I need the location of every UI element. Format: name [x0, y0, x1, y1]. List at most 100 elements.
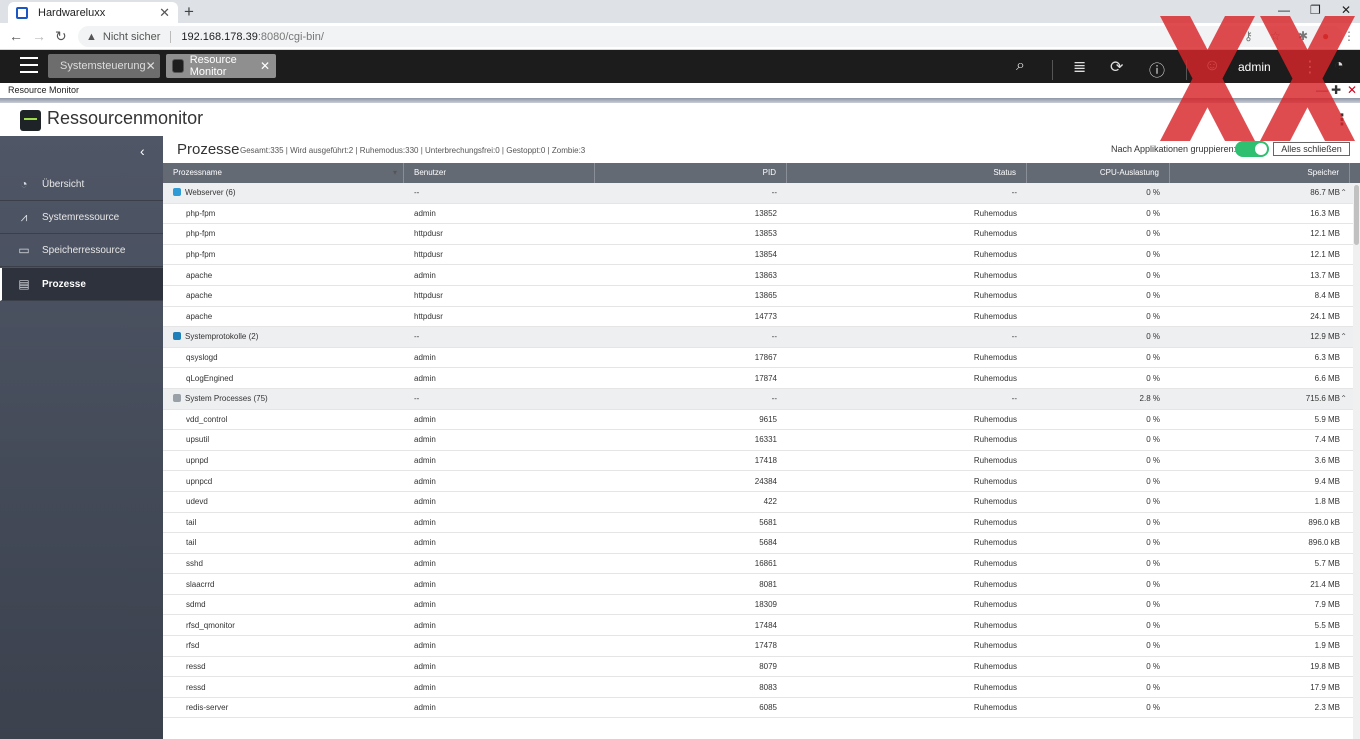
table-row[interactable]: apache httpdusr 13865 Ruhemodus 0 % 8.4 MB	[163, 286, 1360, 307]
table-row[interactable]: qsyslogd admin 17867 Ruhemodus 0 % 6.3 MB	[163, 348, 1360, 369]
sidebar-item-overview[interactable]: ◔ Übersicht	[0, 168, 163, 201]
back-icon[interactable]: ←	[9, 28, 23, 44]
cell-cpu: 0 %	[1146, 497, 1160, 507]
app-tab-resource-monitor[interactable]: Resource Monitor ✕	[166, 54, 276, 78]
table-row[interactable]: vdd_control admin 9615 Ruhemodus 0 % 5.9 MB	[163, 410, 1360, 431]
table-row[interactable]: slaacrrd admin 8081 Ruhemodus 0 % 21.4 MB	[163, 574, 1360, 595]
column-process-name[interactable]: Prozessname ▾	[163, 163, 404, 183]
minimize-window-icon[interactable]: —	[1278, 3, 1290, 17]
table-row[interactable]: tail admin 5684 Ruhemodus 0 % 896.0 kB	[163, 533, 1360, 554]
cell-memory: 5.5 MB	[1314, 620, 1340, 630]
cell-pid: 16861	[754, 558, 777, 568]
processes-panel: Prozesse Gesamt:335 | Wird ausgeführt:2 …	[163, 136, 1360, 739]
user-avatar-icon[interactable]: ☺	[1204, 57, 1220, 75]
app-more-icon[interactable]: ⋮	[1334, 110, 1350, 130]
url-field[interactable]: ▲ Nicht sicher 192.168.178.39 :8080/cgi-…	[78, 26, 1355, 47]
table-row[interactable]: php-fpm httpdusr 13854 Ruhemodus 0 % 12.1 MB	[163, 245, 1360, 266]
group-row[interactable]: Webserver (6) -- -- -- 0 % 86.7 MB ⌃	[163, 183, 1360, 204]
table-row[interactable]: rfsd admin 17478 Ruhemodus 0 % 1.9 MB	[163, 636, 1360, 657]
collapse-group-icon[interactable]: ⌃	[1340, 188, 1347, 197]
table-row[interactable]: qLogEngined admin 17874 Ruhemodus 0 % 6.6 MB	[163, 368, 1360, 389]
cell-memory: 2.3 MB	[1314, 703, 1340, 713]
table-row[interactable]: ressd admin 8079 Ruhemodus 0 % 19.8 MB	[163, 657, 1360, 678]
cell-cpu: 0 %	[1146, 538, 1160, 548]
info-icon[interactable]: ⓘ	[1149, 57, 1165, 81]
browser-tab[interactable]: Hardwareluxx ✕	[8, 2, 178, 23]
cell-user: admin	[414, 661, 436, 671]
cell-user: admin	[414, 208, 436, 218]
table-row[interactable]: apache admin 13863 Ruhemodus 0 % 13.7 MB	[163, 265, 1360, 286]
sync-icon[interactable]: ⟳	[1110, 57, 1123, 77]
app-tab-systemsteuerung[interactable]: Systemsteuerung ✕	[48, 54, 160, 78]
profile-icon[interactable]: ●	[1322, 29, 1329, 43]
table-row[interactable]: php-fpm httpdusr 13853 Ruhemodus 0 % 12.1 MB	[163, 224, 1360, 245]
close-tab-icon[interactable]: ✕	[159, 5, 170, 21]
column-memory[interactable]: Speicher	[1170, 163, 1350, 183]
table-row[interactable]: apache httpdusr 14773 Ruhemodus 0 % 24.1 MB	[163, 307, 1360, 328]
table-row[interactable]: ressd admin 8083 Ruhemodus 0 % 17.9 MB	[163, 677, 1360, 698]
column-pid[interactable]: PID	[595, 163, 787, 183]
scrollbar[interactable]	[1353, 183, 1360, 739]
table-row[interactable]: php-fpm admin 13852 Ruhemodus 0 % 16.3 MB	[163, 204, 1360, 225]
table-row[interactable]: upsutil admin 16331 Ruhemodus 0 % 7.4 MB	[163, 430, 1360, 451]
table-row[interactable]: sdmd admin 18309 Ruhemodus 0 % 7.9 MB	[163, 595, 1360, 616]
collapse-group-icon[interactable]: ⌃	[1340, 332, 1347, 341]
forward-icon[interactable]: →	[32, 28, 46, 44]
new-tab-button[interactable]: +	[184, 2, 194, 22]
sidebar-item-label: Prozesse	[42, 278, 86, 290]
dashboard-gauge-icon[interactable]: ◔	[1334, 57, 1344, 75]
column-cpu[interactable]: CPU-Auslastung	[1027, 163, 1170, 183]
cell-cpu: 0 %	[1146, 291, 1160, 301]
sidebar-item-processes[interactable]: ▤ Prozesse	[0, 268, 163, 301]
table-row[interactable]: rfsd_qmonitor admin 17484 Ruhemodus 0 % 5.5 M…	[163, 615, 1360, 637]
table-row[interactable]: upnpd admin 17418 Ruhemodus 0 % 3.6 MB	[163, 451, 1360, 472]
cell-status: Ruhemodus	[973, 661, 1017, 671]
column-user[interactable]: Benutzer	[404, 163, 595, 183]
column-status[interactable]: Status	[787, 163, 1027, 183]
table-row[interactable]: tail admin 5681 Ruhemodus 0 % 896.0 kB	[163, 513, 1360, 534]
collapse-group-icon[interactable]: ⌃	[1340, 394, 1347, 403]
cell-cpu: 0 %	[1146, 579, 1160, 589]
extension-icon[interactable]: ✱	[1298, 29, 1308, 43]
hamburger-menu-icon[interactable]	[20, 57, 38, 73]
table-row[interactable]: sshd admin 16861 Ruhemodus 0 % 5.7 MB	[163, 554, 1360, 575]
cell-status: --	[1011, 394, 1017, 404]
group-row[interactable]: Systemprotokolle (2) -- -- -- 0 % 12.9 MB ⌃	[163, 327, 1360, 348]
window-maximize-icon[interactable]: ✚	[1331, 83, 1341, 97]
group-by-app-toggle[interactable]	[1235, 141, 1269, 157]
sidebar-item-storage-resource[interactable]: ▭ Speicherressource	[0, 234, 163, 267]
cell-status: Ruhemodus	[973, 373, 1017, 383]
cell-user: --	[414, 188, 420, 198]
window-close-icon[interactable]: ✕	[1347, 83, 1357, 97]
cell-process-name: Webserver (6)	[163, 188, 404, 197]
reload-icon[interactable]: ↻	[55, 28, 67, 45]
more-options-icon[interactable]: ⋮	[1302, 57, 1318, 77]
search-icon[interactable]: ⌕	[1016, 57, 1025, 75]
sidebar-item-system-resource[interactable]: ⩘ Systemressource	[0, 201, 163, 234]
cell-user: admin	[414, 270, 436, 280]
page-title: Prozesse	[177, 141, 240, 158]
close-app-tab-icon[interactable]: ✕	[146, 59, 156, 73]
cell-pid: 17874	[754, 373, 777, 383]
menu-dots-icon[interactable]: ⋮	[1343, 29, 1355, 43]
window-minimize-icon[interactable]: —	[1316, 83, 1328, 97]
cell-memory: 715.6 MB ⌃	[1305, 394, 1347, 404]
maximize-window-icon[interactable]: ❐	[1310, 3, 1321, 17]
close-all-button[interactable]: Alles schließen	[1273, 142, 1350, 156]
user-menu[interactable]: admin	[1238, 60, 1271, 74]
cell-user: admin	[414, 373, 436, 383]
group-row[interactable]: System Processes (75) -- -- -- 2.8 % 715.6 MB…	[163, 388, 1360, 410]
close-window-icon[interactable]: ✕	[1341, 3, 1351, 17]
key-icon[interactable]: ⚷	[1244, 29, 1253, 43]
cell-memory: 12.1 MB	[1310, 250, 1340, 260]
cell-user: httpdusr	[414, 250, 443, 260]
cell-cpu: 0 %	[1146, 373, 1160, 383]
tasks-icon[interactable]: ≣	[1073, 57, 1086, 77]
table-row[interactable]: redis-server admin 6085 Ruhemodus 0 % 2.3 MB	[163, 698, 1360, 719]
security-label: Nicht sicher	[102, 30, 161, 43]
close-app-tab-icon[interactable]: ✕	[260, 59, 270, 73]
table-row[interactable]: upnpcd admin 24384 Ruhemodus 0 % 9.4 MB	[163, 471, 1360, 492]
collapse-sidebar-icon[interactable]: ‹	[140, 143, 145, 159]
bookmark-star-icon[interactable]: ☆	[1270, 29, 1281, 43]
table-row[interactable]: udevd admin 422 Ruhemodus 0 % 1.8 MB	[163, 492, 1360, 513]
